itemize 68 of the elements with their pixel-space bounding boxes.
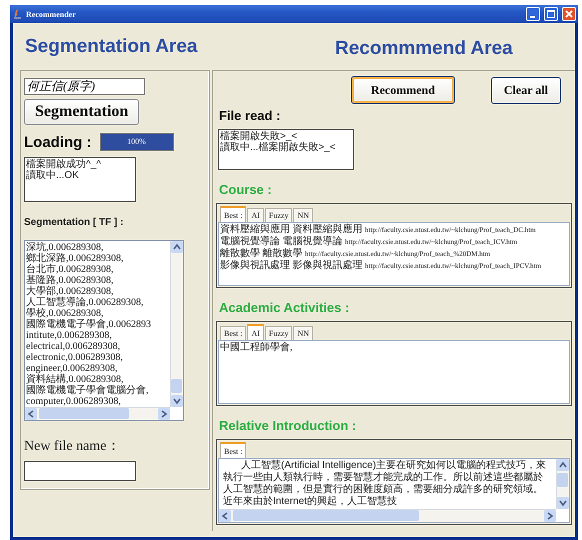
text-field[interactable]: 何正信(原字) [24, 78, 145, 95]
scrollbar-thumb[interactable] [171, 379, 182, 393]
recommend-button[interactable]: Recommend [350, 76, 455, 104]
segmentation-button[interactable]: Segmentation [24, 99, 140, 125]
close-icon [565, 10, 573, 18]
tab[interactable]: Fuzzy [264, 208, 292, 222]
tf-entry: 台北市,0.006289308, [26, 264, 114, 275]
tf-entry: 國際電機電子學會,0.0062893 [26, 319, 152, 330]
horizontal-scrollbar[interactable] [25, 407, 170, 420]
new-file-label: New file name： [24, 438, 120, 455]
scroll-up-icon[interactable] [171, 241, 183, 253]
tab[interactable]: Best : [220, 442, 246, 458]
scroll-left-icon[interactable] [25, 408, 37, 420]
section-label: Course : [219, 182, 273, 197]
tf-entry: computer,0.006289308, [26, 396, 122, 407]
tf-entry: 鄉北深路,0.006289308, [26, 253, 124, 264]
tf-entry: 學校,0.006289308, [26, 308, 104, 319]
tab[interactable]: NN [293, 208, 314, 222]
file-name-field[interactable] [24, 461, 136, 481]
close-button[interactable] [562, 7, 576, 21]
section-label: Relative Introduction : [219, 418, 358, 433]
clear-button[interactable]: Clear all [490, 77, 561, 104]
minimize-button[interactable] [526, 7, 540, 21]
maximize-button[interactable] [544, 7, 558, 21]
status-line: 檔案開啟成功^_^ [26, 159, 102, 170]
tab[interactable]: AI [247, 324, 264, 340]
scroll-right-icon[interactable] [158, 408, 170, 420]
result-entry: 中國工程師學會, [220, 342, 294, 354]
vertical-scrollbar[interactable] [556, 459, 569, 509]
scroll-left-icon[interactable] [219, 510, 231, 522]
tf-entry: 國際電機電子學會電腦分會, [26, 385, 150, 396]
vertical-scrollbar[interactable] [170, 241, 183, 407]
scroll-down-icon[interactable] [557, 497, 569, 509]
tf-entry: electronic,0.006289308, [26, 352, 124, 363]
maximize-icon [547, 10, 555, 18]
tf-entry: electrical,0.006289308, [26, 341, 122, 352]
window-title: Recommender [26, 10, 77, 18]
section-heading: Recommmend Area [334, 37, 514, 61]
tf-entry: engineer,0.006289308, [26, 363, 119, 374]
tab[interactable]: Fuzzy [264, 326, 292, 340]
tf-entry: 資料結構,0.006289308, [26, 374, 124, 385]
status-line: 讀取中...檔案開啟失敗>_< [220, 142, 337, 153]
scroll-up-icon[interactable] [557, 459, 569, 471]
tf-entry: intitute,0.006289308, [26, 330, 113, 341]
section-label: Academic Activities : [219, 300, 350, 315]
tf-label: Segmentation [ TF ] : [24, 217, 124, 228]
status-line: 檔案開啟失敗>_< [220, 131, 298, 142]
section-heading: Segmentation Area [24, 34, 198, 58]
tf-entry: 基隆路,0.006289308, [26, 275, 114, 286]
scrollbar-thumb[interactable] [233, 510, 418, 521]
tab[interactable]: AI [247, 208, 264, 222]
progress-reading: 100% [126, 137, 147, 146]
status-line: 讀取中...OK [26, 170, 80, 181]
tab[interactable]: Best : [220, 206, 246, 222]
tf-entry: 人工智慧導論,0.006289308, [26, 297, 144, 308]
tf-entry: 大學部,0.006289308, [26, 286, 114, 297]
horizontal-scrollbar[interactable] [219, 509, 556, 522]
tf-entry: 深坑,0.006289308, [26, 242, 104, 253]
scrollbar-thumb[interactable] [39, 408, 128, 419]
introduction-text: 人工智慧(Artificial Intelligence)主要在研究如何以電腦的程式技巧，來執行一些由人類執行時，需要智慧才能完成的工作。所以前述這些都屬於人工智慧的範圍，但是實行的困難度頗高，需要細分成許多的研究領域。近年來由於Internet的興起，人工智慧技 [222, 459, 548, 509]
scrollbar-thumb[interactable] [557, 473, 568, 487]
tab[interactable]: NN [293, 326, 314, 340]
loading-label: Loading : [24, 134, 92, 150]
scroll-down-icon[interactable] [171, 395, 183, 407]
scroll-right-icon[interactable] [544, 510, 556, 522]
tab[interactable]: Best : [220, 326, 246, 340]
app-icon [13, 8, 22, 20]
file-read-label: File read : [219, 108, 282, 123]
